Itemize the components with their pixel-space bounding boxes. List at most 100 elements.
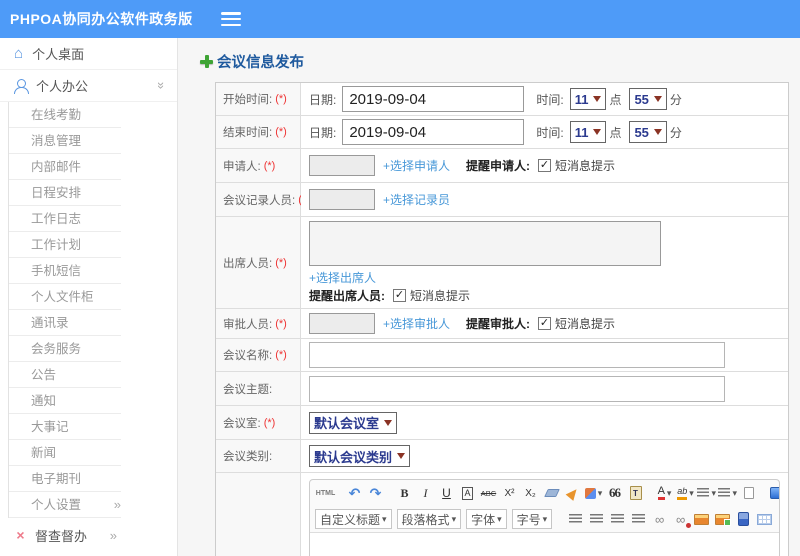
meeting-category-select[interactable]: 默认会议类别 (309, 445, 411, 467)
caret-icon: ▾ (451, 513, 457, 524)
unlink-button[interactable]: ∞ (671, 509, 692, 529)
required-mark: (*) (263, 159, 276, 172)
underline-button[interactable]: U (437, 483, 456, 503)
insert-image-button[interactable] (692, 509, 711, 529)
sidebar-item-settings[interactable]: » 个人设置 (9, 492, 121, 518)
row-editor: HTML ↶ ↷ B I U A ABC X² X₂ ▾ 66 T A ▾ ab… (216, 473, 788, 556)
meeting-form: 开始时间: (*) 日期: 时间: 11 点 55 分 (215, 82, 789, 556)
end-date-input[interactable] (342, 119, 525, 145)
sidebar-item-meeting-service[interactable]: 会务服务 (9, 336, 121, 362)
chevron-right-icon: » (109, 527, 117, 543)
chevron-down-icon: » (153, 81, 169, 90)
unordered-list-button[interactable]: ▾ (718, 483, 737, 503)
label-text: 会议类别: (223, 451, 273, 463)
recorder-input[interactable] (309, 189, 375, 210)
meeting-name-input[interactable] (309, 342, 725, 368)
link-button[interactable]: ∞ (650, 509, 669, 529)
sidebar-item-sms[interactable]: 手机短信 (9, 258, 121, 284)
sidebar-item-memorabilia[interactable]: 大事记 (9, 414, 121, 440)
start-hour-select[interactable]: 11 (569, 88, 607, 110)
insert-media-button[interactable] (734, 509, 753, 529)
approver-input[interactable] (309, 313, 375, 334)
row-end-time: 结束时间: (*) 日期: 时间: 11 点 55 分 (216, 116, 788, 149)
font-border-button[interactable]: A (462, 486, 473, 500)
font-family-select[interactable]: 字体 ▾ (466, 509, 507, 529)
caret-icon: ▾ (497, 513, 502, 524)
choose-recorder-link[interactable]: +选择记录员 (383, 191, 450, 208)
choose-attendee-link[interactable]: +选择出席人 (309, 269, 376, 286)
start-minute-select[interactable]: 55 (629, 88, 667, 110)
new-document-button[interactable] (739, 483, 758, 503)
format-painter-button[interactable]: ▾ (584, 483, 603, 503)
sidebar-item-internal-mail[interactable]: 内部邮件 (9, 154, 121, 180)
sidebar-item-work-log[interactable]: 工作日志 (9, 206, 121, 232)
undo-button[interactable]: ↶ (345, 483, 364, 503)
strikethrough-button[interactable]: ABC (479, 483, 498, 503)
choose-applicant-link[interactable]: +选择申请人 (383, 157, 450, 174)
remove-format-button[interactable] (563, 483, 582, 503)
screenshot-button[interactable] (713, 509, 732, 529)
align-left-button[interactable] (566, 509, 585, 529)
page-title: 会议信息发布 (200, 51, 800, 72)
font-size-select[interactable]: 字号 ▾ (511, 509, 553, 529)
caret-icon: ▾ (732, 487, 737, 498)
superscript-button[interactable]: X² (500, 483, 519, 503)
label-text: 审批人员: (223, 318, 273, 331)
sidebar-item-file-cabinet[interactable]: 个人文件柜 (9, 284, 121, 310)
category-value: 默认会议类别 (314, 449, 393, 465)
select-arrow-icon (397, 453, 406, 459)
choose-approver-link[interactable]: +选择审批人 (383, 315, 450, 332)
label-text: 开始时间: (223, 94, 273, 106)
sidebar-item-news[interactable]: 新闻 (9, 440, 121, 466)
paragraph-format-select[interactable]: 段落格式 ▾ (396, 509, 462, 529)
font-color-button[interactable]: A ▾ (655, 483, 674, 503)
hamburger-menu-icon[interactable] (220, 12, 241, 26)
blockquote-button[interactable]: 66 (605, 483, 624, 503)
subscript-button[interactable]: X₂ (521, 483, 540, 503)
sms-checkbox[interactable]: ✓ (538, 317, 552, 330)
sidebar-item-contacts[interactable]: 通讯录 (9, 310, 121, 336)
html-source-button[interactable]: HTML (316, 483, 335, 503)
sidebar-item-announcement[interactable]: 公告 (9, 362, 121, 388)
caret-icon: ▾ (711, 487, 716, 498)
align-center-button[interactable] (587, 509, 606, 529)
fullscreen-button[interactable] (768, 483, 779, 503)
sidebar-item-office[interactable]: 个人办公 » (0, 70, 177, 102)
start-date-input[interactable] (342, 86, 525, 112)
meeting-subject-input[interactable] (309, 375, 725, 402)
italic-button[interactable]: I (416, 483, 435, 503)
paste-text-button[interactable]: T (626, 483, 645, 503)
highlight-button[interactable]: ab ▾ (676, 483, 695, 503)
editor-content[interactable] (310, 532, 779, 556)
sidebar-item-messages[interactable]: 消息管理 (9, 128, 121, 154)
sms-checkbox[interactable]: ✓ (538, 159, 552, 172)
attendees-textarea[interactable] (309, 221, 661, 266)
field-label: 申请人: (*) (216, 149, 301, 182)
sidebar-item-supervision[interactable]: × 督查督办 » (0, 519, 177, 551)
sms-checkbox[interactable]: ✓ (393, 289, 406, 302)
ordered-list-button[interactable]: ▾ (697, 483, 716, 503)
sidebar: ⌂ 个人桌面 个人办公 » 在线考勤 消息管理 内部邮件 日程安排 工作日志 工… (0, 38, 178, 556)
label-text: 会议主题: (223, 383, 273, 396)
heading-select[interactable]: 自定义标题 ▾ (315, 509, 392, 529)
align-justify-button[interactable] (629, 509, 648, 529)
sidebar-item-schedule[interactable]: 日程安排 (9, 180, 121, 206)
label-text: 申请人: (223, 160, 261, 173)
sidebar-item-work-plan[interactable]: 工作计划 (9, 232, 121, 258)
end-minute-select[interactable]: 55 (629, 121, 667, 143)
sidebar-item-e-journal[interactable]: 电子期刊 (9, 466, 121, 492)
caret-icon: ▾ (689, 487, 694, 498)
format-painter-icon (584, 487, 596, 499)
insert-table-button[interactable] (755, 509, 774, 529)
bold-button[interactable]: B (395, 483, 414, 503)
applicant-input[interactable] (309, 155, 375, 176)
sidebar-item-desktop[interactable]: ⌂ 个人桌面 (0, 38, 177, 70)
image-icon (694, 513, 710, 525)
sidebar-item-notice[interactable]: 通知 (9, 388, 121, 414)
end-hour-select[interactable]: 11 (569, 121, 607, 143)
meeting-room-select[interactable]: 默认会议室 (309, 411, 398, 434)
redo-button[interactable]: ↷ (366, 483, 385, 503)
align-right-button[interactable] (608, 509, 627, 529)
sidebar-item-attendance[interactable]: 在线考勤 (9, 102, 121, 128)
eraser-button[interactable] (542, 483, 561, 503)
